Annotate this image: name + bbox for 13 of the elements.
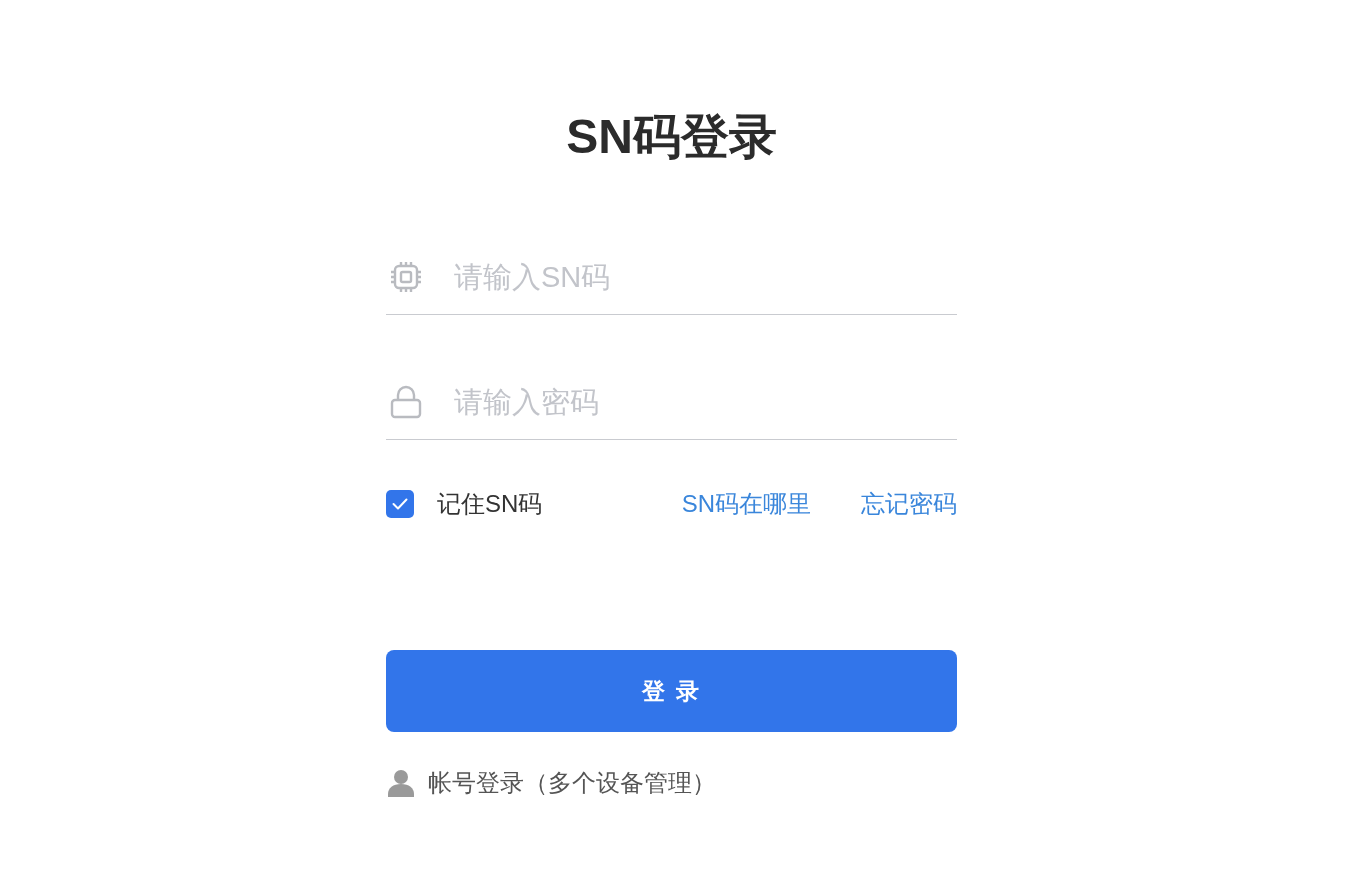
checkbox[interactable] xyxy=(386,490,414,518)
lock-icon xyxy=(390,385,422,419)
check-icon xyxy=(392,498,408,510)
checkbox-label: 记住SN码 xyxy=(437,489,543,519)
login-button[interactable]: 登 录 xyxy=(386,650,957,732)
text-link[interactable]: 忘记密码 xyxy=(861,488,957,520)
user-icon xyxy=(388,769,414,797)
chip-icon xyxy=(390,260,422,294)
account-login-link[interactable]: 帐号登录（多个设备管理） xyxy=(386,767,716,799)
password-input-field[interactable]: 请输入密码 xyxy=(454,382,957,422)
sn-input-field[interactable]: 请输入SN码 xyxy=(454,257,957,297)
text-link[interactable]: SN码在哪里 xyxy=(681,488,811,520)
page-title: SN码登录 xyxy=(565,109,778,165)
